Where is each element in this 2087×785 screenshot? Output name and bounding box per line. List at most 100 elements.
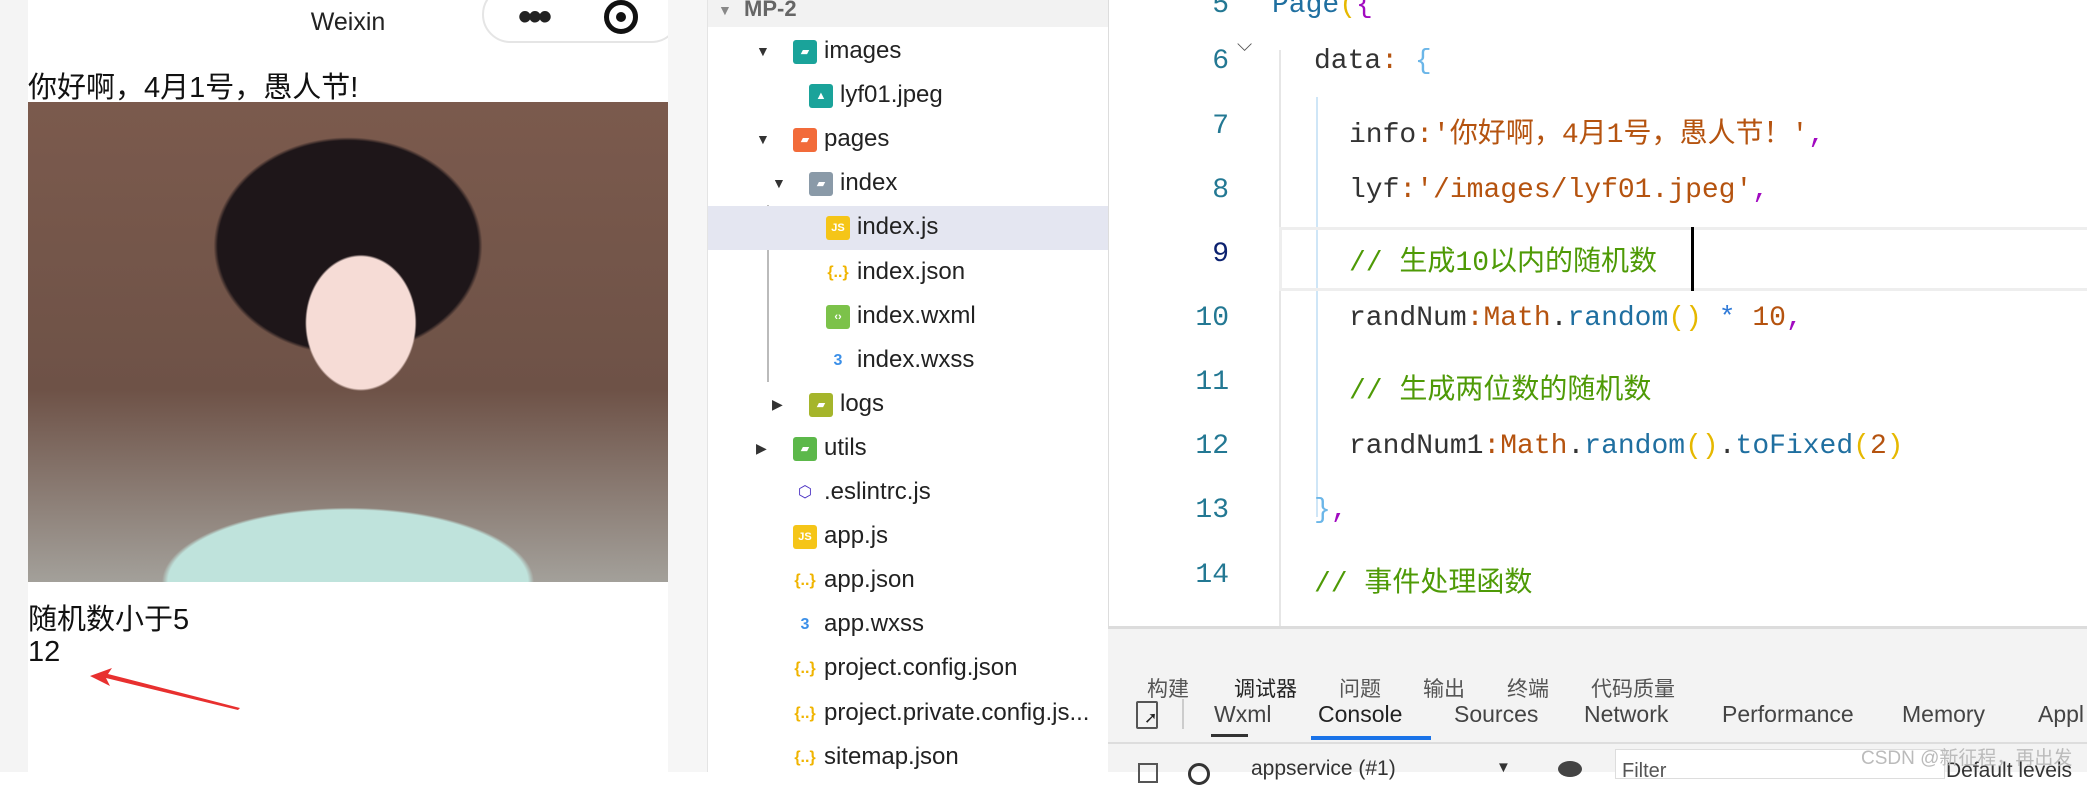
code-token: randNum xyxy=(1349,303,1467,334)
js-file-icon: JS xyxy=(826,216,850,241)
code-token: 10 xyxy=(1752,303,1786,334)
tree-item[interactable]: 3 app.wxss xyxy=(708,603,1108,647)
code-token: random xyxy=(1584,431,1686,462)
line-number: 14 xyxy=(1195,560,1229,591)
bottom-panel: 构建 调试器 问题 输出 终端 代码质量 ➚ Wxml Console Sources Netw… xyxy=(1108,626,2087,785)
line-number: 9 xyxy=(1212,239,1229,270)
info-text: 你好啊，4月1号，愚人节! xyxy=(28,72,359,104)
clear-console-icon[interactable] xyxy=(1188,763,1210,785)
tree-item[interactable]: ‹› index.wxml xyxy=(708,295,1108,339)
tree-item[interactable]: 3 index.wxss xyxy=(708,339,1108,383)
code-token: // 生成10以内的随机数 xyxy=(1349,248,1658,279)
css-file-icon: 3 xyxy=(833,351,843,369)
tree-item-label: index.json xyxy=(857,257,966,285)
tree-item[interactable]: {..} project.config.json xyxy=(708,647,1108,691)
tree-item-label: images xyxy=(824,37,902,64)
chevron-down-icon[interactable]: ▼ xyxy=(756,131,770,147)
tree-item[interactable]: ▼ ▰ index xyxy=(708,162,1108,206)
code-token: '/images/lyf01.jpeg' xyxy=(1416,175,1753,206)
code-token: , xyxy=(1330,495,1348,526)
code-token: ) xyxy=(1886,431,1904,462)
indent-guide xyxy=(1279,50,1281,626)
line-number: 11 xyxy=(1195,367,1229,398)
tree-item-label: app.js xyxy=(824,522,889,550)
code-token: . xyxy=(1567,431,1585,462)
context-select[interactable]: appservice (#1) xyxy=(1251,757,1396,781)
active-devtools-underline xyxy=(1311,736,1431,740)
devtools-tab[interactable]: Sources xyxy=(1454,701,1538,728)
bracket-guide xyxy=(1316,97,1318,517)
photo-lyf01 xyxy=(28,102,668,582)
line-number: 8 xyxy=(1212,175,1229,206)
inspect-element-icon[interactable]: ➚ xyxy=(1136,701,1158,729)
folder-images-icon: ▰ xyxy=(793,40,817,64)
tree-item-label: sitemap.json xyxy=(824,742,959,770)
panel-tab[interactable]: 调试器 xyxy=(1234,673,1297,703)
simulator: Weixin ••• 你好啊，4月1号，愚人节! 随机数小于5 12 xyxy=(28,0,680,772)
tree-item[interactable]: {..} project.private.config.js... xyxy=(708,692,1108,736)
code-token: ( xyxy=(1339,0,1357,21)
folder-utils-icon: ▰ xyxy=(793,436,817,461)
tree-item-label: index.js xyxy=(857,213,939,241)
chevron-right-icon[interactable]: ▶ xyxy=(756,440,767,457)
devtools-tab[interactable]: Console xyxy=(1318,701,1402,728)
tree-item[interactable]: ▶ ▰ logs xyxy=(708,383,1108,427)
tree-item[interactable]: ▶ ▰ utils xyxy=(708,427,1108,471)
chevron-right-icon[interactable]: ▶ xyxy=(772,396,783,413)
tree-item[interactable]: ▼ ▰ images xyxy=(708,30,1108,74)
sidebar-toggle-icon[interactable] xyxy=(1138,763,1158,783)
tree-item[interactable]: ▼ ▰ pages xyxy=(708,118,1108,162)
code-token: * xyxy=(1701,303,1753,334)
folder-pages-icon: ▰ xyxy=(793,128,817,153)
code-token: random xyxy=(1567,303,1669,334)
tree-item-label: index.wxml xyxy=(857,301,976,329)
close-miniprogram-icon[interactable] xyxy=(604,0,638,34)
panel-tab[interactable]: 问题 xyxy=(1339,673,1381,703)
chevron-down-icon[interactable]: ▼ xyxy=(756,43,770,59)
project-name: MP-2 xyxy=(744,0,797,21)
panel-tab[interactable]: 代码质量 xyxy=(1591,673,1675,703)
code-token: toFixed xyxy=(1735,431,1854,462)
devtools-tab[interactable]: Memory xyxy=(1902,701,1985,728)
code-line: lyf:'/images/lyf01.jpeg', xyxy=(1349,175,1769,206)
devtools-tab[interactable]: Appl xyxy=(2038,701,2084,728)
devtools-tab[interactable]: Wxml xyxy=(1214,701,1271,728)
tree-item[interactable]: ▲ lyf01.jpeg xyxy=(708,74,1108,118)
panel-tab[interactable]: 终端 xyxy=(1507,673,1549,703)
line-number: 12 xyxy=(1195,431,1229,462)
panel-tab[interactable]: 输出 xyxy=(1423,673,1465,703)
code-line: data: { xyxy=(1314,46,1432,77)
chevron-down-icon[interactable]: ▼ xyxy=(772,175,786,191)
code-editor[interactable]: ⌵ 5 Page({6 data: {7 info:'你好啊，4月1号，愚人节！', 8… xyxy=(1108,0,2087,626)
json-file-icon: {..} xyxy=(794,704,816,722)
project-header[interactable]: ▼ MP-2 xyxy=(708,0,1108,27)
line-number: 5 xyxy=(1212,0,1229,21)
tree-item[interactable]: JS app.js xyxy=(708,515,1108,559)
dropdown-icon[interactable]: ▼ xyxy=(1496,759,1511,776)
code-line: info:'你好啊，4月1号，愚人节！', xyxy=(1349,111,1825,151)
line-number: 10 xyxy=(1195,303,1229,334)
devtools-tab[interactable]: Performance xyxy=(1722,701,1854,728)
code-line: // 事件处理函数 xyxy=(1314,560,1532,600)
more-icon[interactable]: ••• xyxy=(518,0,552,37)
tree-item[interactable]: JS index.js xyxy=(708,206,1108,251)
eye-icon[interactable] xyxy=(1558,761,1582,777)
tree-item[interactable]: {..} sitemap.json xyxy=(708,736,1108,780)
code-token: , xyxy=(1752,175,1770,206)
random-result-text: 随机数小于5 xyxy=(28,604,190,636)
code-token: . xyxy=(1718,431,1736,462)
tree-item[interactable]: ⬡ .eslintrc.js xyxy=(708,471,1108,515)
code-token: Page xyxy=(1272,0,1340,21)
code-token: : xyxy=(1416,120,1434,151)
code-token: lyf xyxy=(1349,175,1400,206)
code-token: { xyxy=(1414,46,1432,77)
fold-chevron-icon[interactable]: ⌵ xyxy=(1237,34,1252,57)
tree-item-label: app.wxss xyxy=(824,610,925,638)
divider xyxy=(1182,699,1184,729)
devtools-tab[interactable]: Network xyxy=(1584,701,1668,728)
tree-item-label: index xyxy=(840,169,898,197)
tree-item-label: .eslintrc.js xyxy=(824,478,931,505)
tree-item[interactable]: {..} index.json xyxy=(708,251,1108,295)
tree-item[interactable]: {..} app.json xyxy=(708,559,1108,603)
